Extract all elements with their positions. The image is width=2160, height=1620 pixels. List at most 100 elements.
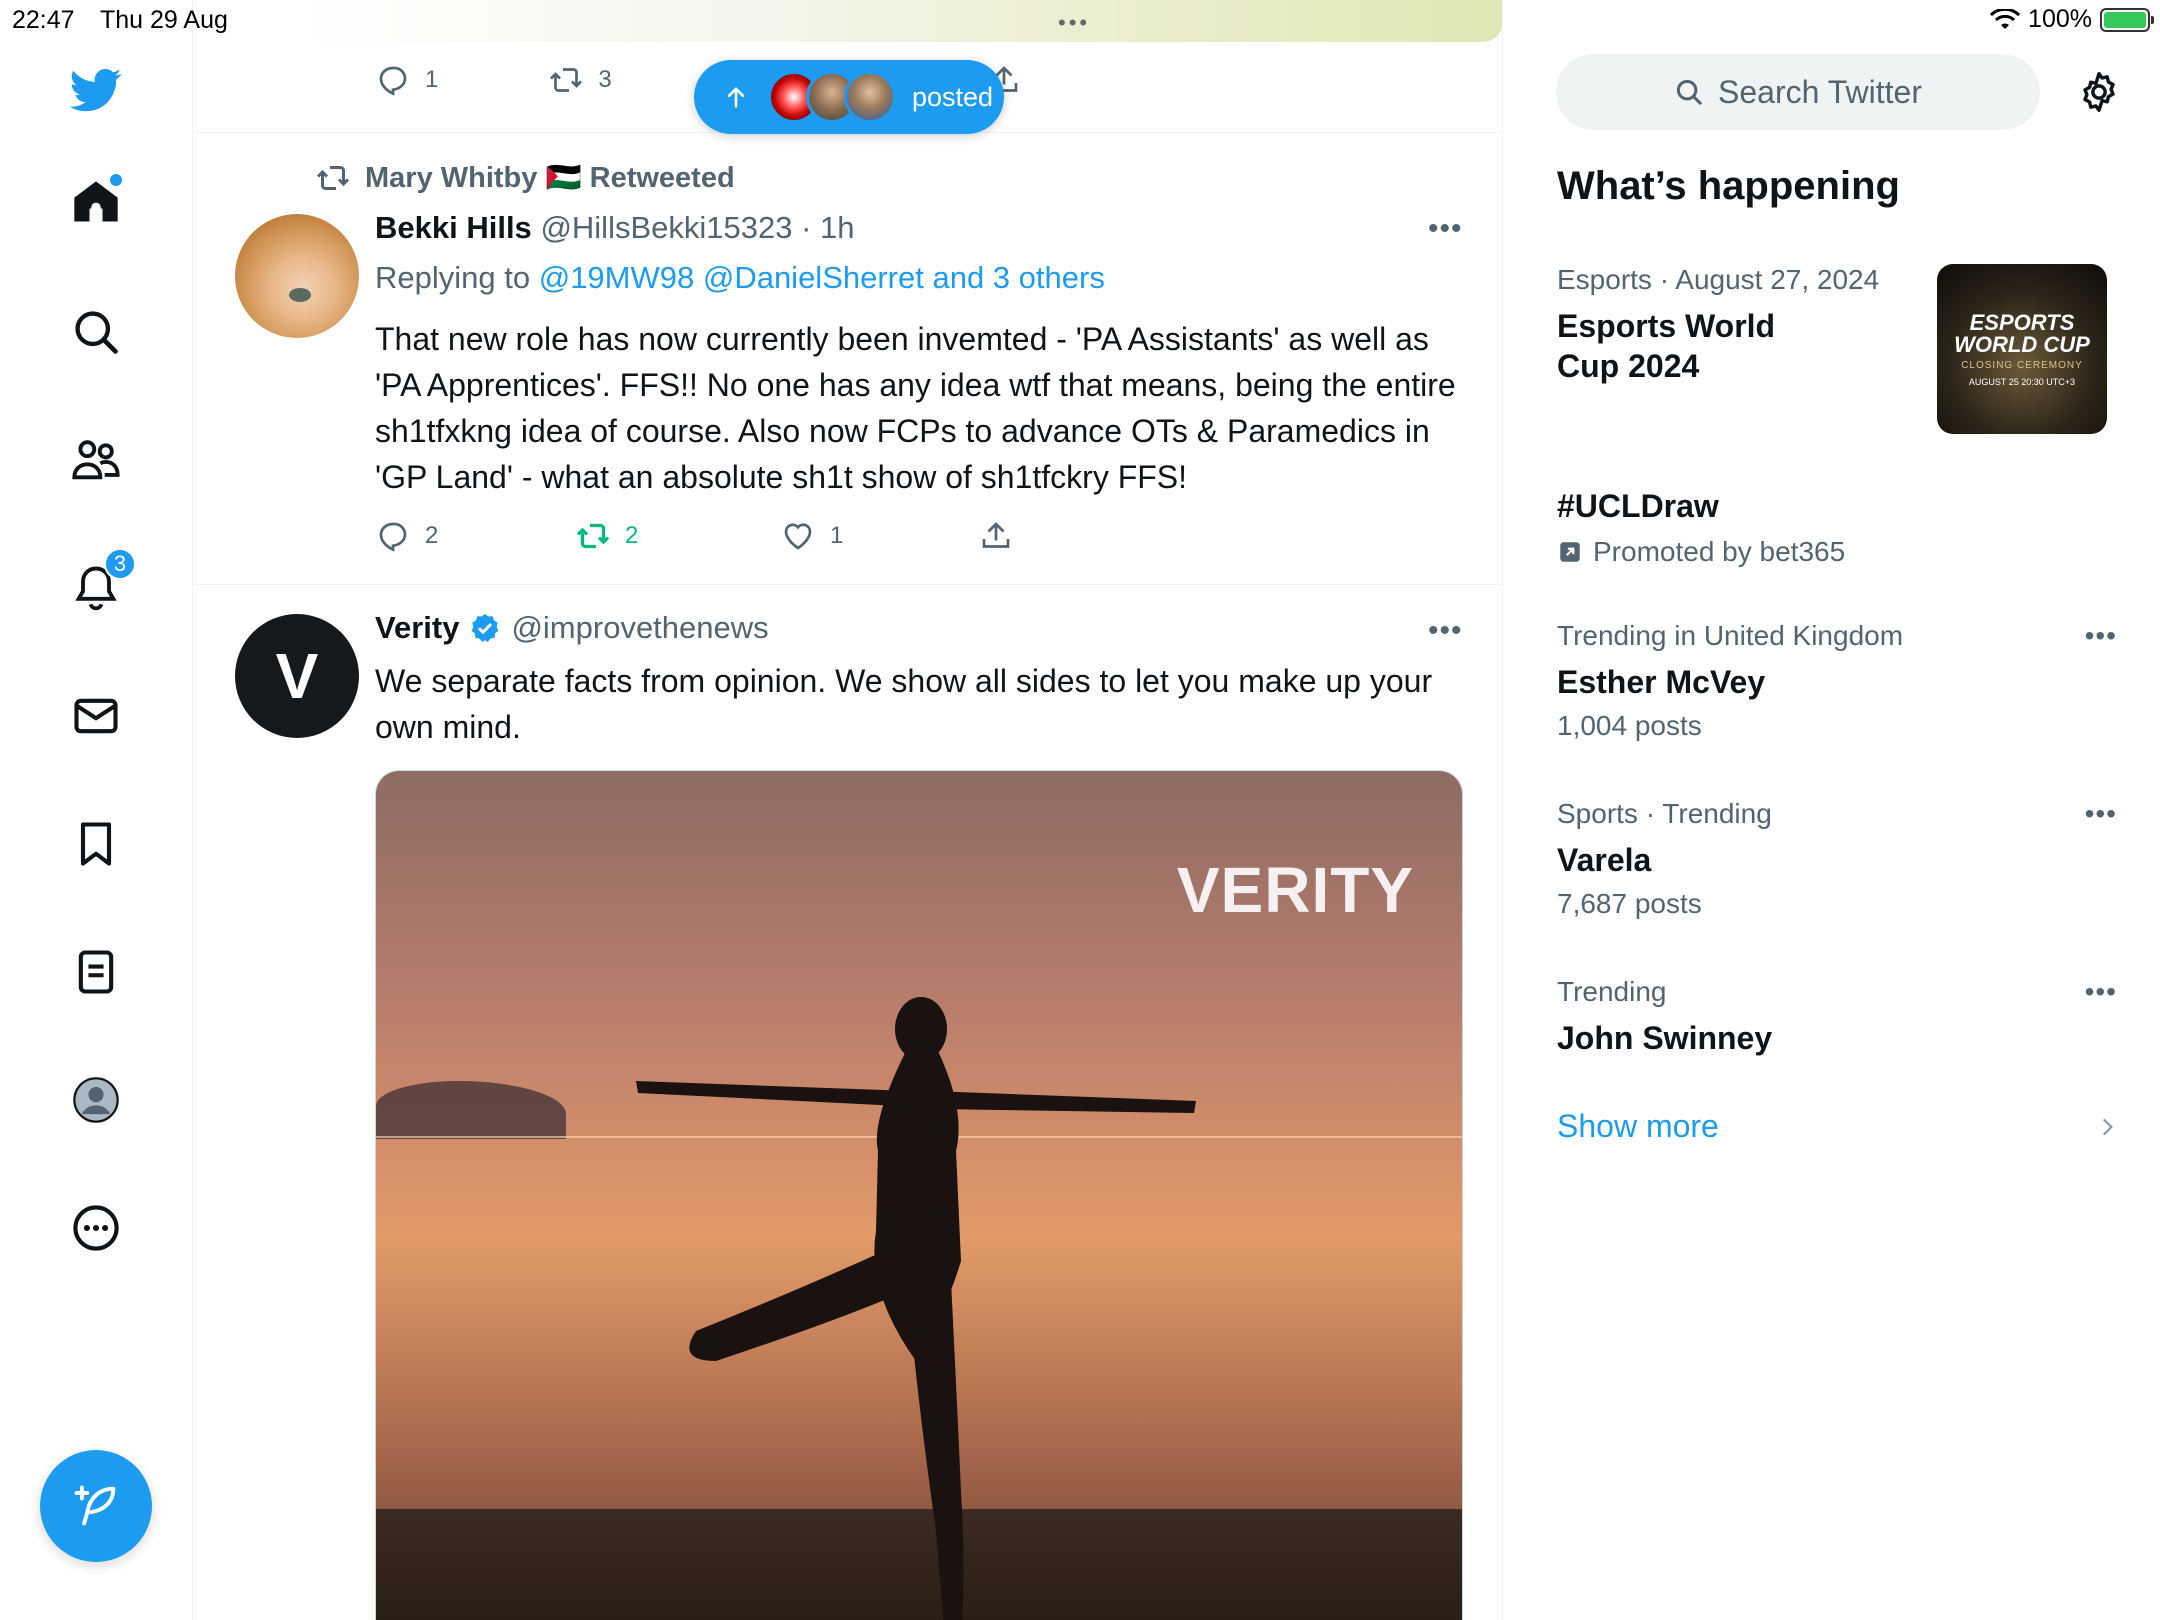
retweet-count: 3 — [598, 66, 612, 93]
retweet-button[interactable]: 2 — [575, 518, 780, 554]
nav-lists[interactable] — [56, 932, 136, 1012]
social-context: Mary Whitby 🇵🇸 Retweeted — [315, 160, 735, 196]
search-input[interactable]: Search Twitter — [1556, 54, 2040, 130]
tweet-text: We separate facts from opinion. We show … — [375, 663, 1433, 745]
reply-button[interactable]: 1 — [375, 62, 438, 98]
trend-item[interactable]: #UCLDraw Promoted by bet365 — [1557, 486, 2117, 568]
right-sidebar: Search Twitter What’s happening Esports … — [1504, 0, 2160, 1620]
trend-more-icon[interactable]: ••• — [2085, 620, 2117, 652]
trend-title: Esports World Cup 2024 — [1557, 308, 1776, 384]
trend-item[interactable]: Trending John Swinney ••• — [1557, 976, 2117, 1058]
nav-more[interactable] — [56, 1188, 136, 1268]
tweet-divider — [193, 584, 1502, 585]
more-circle-icon — [73, 1205, 119, 1251]
like-count: 1 — [830, 522, 844, 549]
yoga-silhouette — [636, 997, 1196, 1620]
status-indicators: 100% — [1990, 5, 2154, 34]
pill-avatar — [844, 71, 896, 123]
nav-profile[interactable] — [56, 1060, 136, 1140]
list-icon — [78, 950, 114, 994]
trend-count: 1,004 posts — [1557, 710, 1702, 741]
trend-title: Esther McVey — [1557, 664, 1766, 700]
retweet-count: 2 — [625, 522, 639, 549]
replying-to-users[interactable]: @19MW98 @DanielSherret and 3 others — [539, 260, 1105, 295]
reply-icon — [379, 66, 407, 96]
nav-home[interactable] — [56, 162, 136, 242]
trend-context: Sports · Trending — [1557, 798, 1772, 829]
heart-icon — [784, 523, 812, 550]
tweet-header: Verity @improvethenews — [375, 610, 769, 646]
trend-context: Trending in United Kingdom — [1557, 620, 1904, 651]
tweet-time[interactable]: · 1h — [801, 210, 854, 245]
show-more-link[interactable]: Show more — [1557, 1108, 1719, 1145]
previous-tweet-actions: 1 3 — [375, 62, 612, 98]
new-posts-label: posted — [912, 81, 994, 112]
nav-explore[interactable] — [56, 292, 136, 372]
wifi-icon — [1990, 8, 2021, 29]
battery-icon — [2100, 7, 2154, 32]
retweet-icon — [550, 68, 583, 92]
bookmark-icon — [80, 822, 112, 866]
search-icon — [1676, 79, 1702, 105]
multitasking-dots-icon[interactable]: ••• — [1058, 10, 1090, 36]
tweet-image[interactable]: VERITY — [375, 770, 1463, 1620]
trend-thumbnail[interactable]: ESPORTS WORLD CUP CLOSING CEREMONY AUGUS… — [1937, 264, 2107, 434]
trend-item[interactable]: Trending in United Kingdom Esther McVey … — [1557, 620, 2117, 742]
nav-notifications[interactable]: 3 — [56, 548, 136, 628]
author-handle[interactable]: @HillsBekki15323 — [540, 210, 792, 245]
trend-context: Trending — [1557, 976, 1667, 1007]
pill-avatars — [768, 71, 896, 123]
thumb-title: ESPORTS WORLD CUP — [1954, 309, 2090, 357]
reply-count: 1 — [425, 66, 439, 93]
more-options-icon[interactable]: ••• — [1428, 212, 1463, 246]
trend-title: #UCLDraw — [1557, 488, 1719, 524]
trend-title: John Swinney — [1557, 1020, 1773, 1056]
arrow-up-icon — [727, 87, 745, 108]
trend-title: Varela — [1557, 842, 1652, 878]
thumb-subtitle: CLOSING CEREMONY — [1961, 359, 2083, 371]
tweet-actions: 2 2 1 — [375, 518, 1014, 554]
whats-happening-title: What’s happening — [1557, 164, 1900, 208]
retweet-button[interactable]: 3 — [548, 62, 612, 98]
trend-more-icon[interactable]: ••• — [2085, 798, 2117, 830]
nav-bookmarks[interactable] — [56, 804, 136, 884]
status-bar: 22:47 Thu 29 Aug ••• 100% — [0, 0, 2160, 40]
gear-icon — [2083, 72, 2115, 112]
author-avatar[interactable] — [235, 214, 359, 338]
timeline: 1 3 posted Mary Whitby 🇵🇸 Retweeted Bekk… — [193, 0, 1503, 1620]
people-icon — [72, 440, 120, 480]
avatar-letter: V — [275, 640, 319, 712]
replying-to: Replying to @19MW98 @DanielSherret and 3… — [375, 260, 1105, 296]
nav-communities[interactable] — [56, 420, 136, 500]
author-name[interactable]: Bekki Hills — [375, 210, 532, 245]
new-posts-pill[interactable]: posted — [694, 60, 1004, 134]
status-time: 22:47 — [12, 6, 75, 34]
promoted-text: Promoted by bet365 — [1593, 536, 1846, 567]
tweet-text: That new role has now currently been inv… — [375, 321, 1456, 495]
settings-button[interactable] — [2073, 66, 2125, 118]
nav-messages[interactable] — [56, 676, 136, 756]
author-name[interactable]: Verity — [375, 610, 459, 646]
twitter-logo-icon[interactable] — [56, 50, 136, 130]
retweet-icon — [316, 166, 350, 190]
author-avatar[interactable]: V — [235, 614, 359, 738]
trend-more-icon[interactable]: ••• — [2085, 976, 2117, 1008]
trend-item[interactable]: Sports · Trending Varela 7,687 posts ••• — [1557, 798, 2117, 920]
reply-button[interactable]: 2 — [375, 518, 575, 554]
media-watermark: VERITY — [1176, 854, 1414, 926]
reply-count: 2 — [425, 522, 439, 549]
social-context-text[interactable]: Mary Whitby 🇵🇸 Retweeted — [365, 161, 735, 195]
reply-icon — [379, 522, 407, 552]
thumb-date: AUGUST 25 20:30 UTC+3 — [1968, 376, 2076, 387]
like-button[interactable]: 1 — [780, 518, 978, 554]
chevron-right-icon[interactable] — [2094, 1112, 2120, 1142]
home-unread-dot — [110, 174, 122, 186]
share-button[interactable] — [978, 518, 1014, 554]
search-placeholder: Search Twitter — [1718, 73, 1922, 110]
avatar-icon — [73, 1077, 119, 1123]
compose-tweet-button[interactable] — [40, 1450, 152, 1562]
promoted-icon — [1560, 542, 1580, 562]
envelope-icon — [74, 698, 118, 734]
author-handle[interactable]: @improvethenews — [511, 610, 768, 646]
more-options-icon[interactable]: ••• — [1428, 614, 1463, 648]
